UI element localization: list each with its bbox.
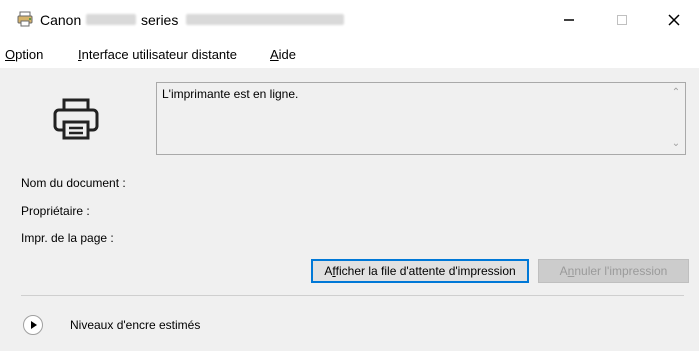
maximize-icon — [617, 15, 627, 25]
menu-bar: Option Interface utilisateur distante Ai… — [0, 44, 699, 66]
scroll-down-icon[interactable]: ⌄ — [670, 138, 682, 150]
window-title-series: series — [141, 12, 179, 28]
owner-label: Propriétaire : — [21, 204, 90, 218]
printer-icon — [53, 98, 99, 140]
cancel-print-button[interactable]: An nuler l'impression — [538, 259, 689, 283]
redacted-model — [86, 14, 136, 25]
printer-app-icon — [17, 11, 33, 27]
minimize-icon — [564, 19, 574, 21]
show-print-queue-button[interactable]: Af ficher la file d'attente d'impression — [311, 259, 529, 283]
page-label: Impr. de la page : — [21, 231, 114, 245]
scroll-up-icon[interactable]: ⌃ — [670, 87, 682, 99]
menu-aide[interactable]: Aide — [270, 47, 296, 62]
title-bar: Canon series — [0, 0, 699, 40]
minimize-button[interactable] — [546, 4, 592, 36]
window-title-brand: Canon — [40, 12, 82, 28]
ink-levels-label: Niveaux d'encre estimés — [70, 318, 201, 332]
status-message-box[interactable]: L'imprimante est en ligne. ⌃ ⌄ — [156, 82, 686, 155]
close-button[interactable] — [651, 4, 697, 36]
close-icon — [668, 14, 680, 26]
play-icon — [31, 321, 37, 329]
document-name-label: Nom du document : — [21, 176, 126, 190]
redacted-port — [186, 14, 344, 25]
maximize-button[interactable] — [599, 4, 645, 36]
status-message: L'imprimante est en ligne. — [162, 87, 299, 101]
expand-ink-levels-button[interactable] — [23, 315, 43, 335]
menu-option[interactable]: Option — [5, 47, 43, 62]
menu-interface-distante[interactable]: Interface utilisateur distante — [78, 47, 237, 62]
separator — [21, 295, 684, 296]
main-panel: L'imprimante est en ligne. ⌃ ⌄ Nom du do… — [0, 68, 699, 351]
